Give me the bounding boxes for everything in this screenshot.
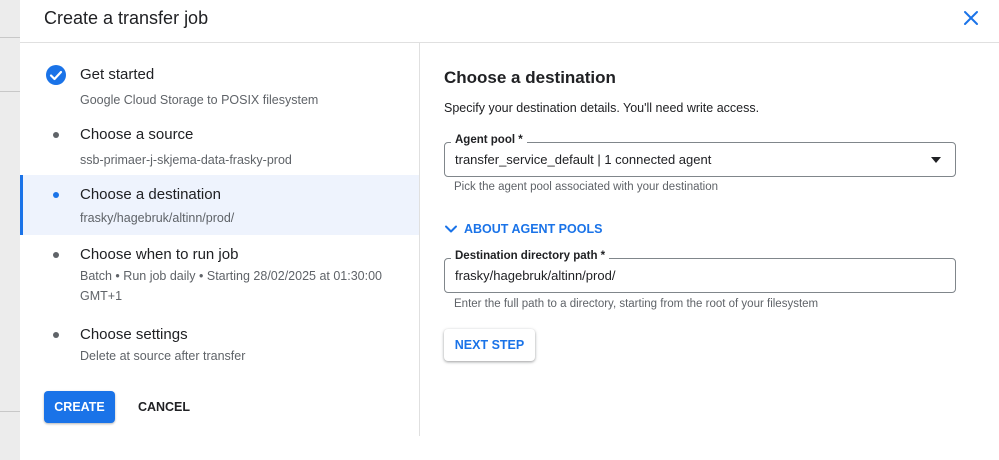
destination-path-label: Destination directory path * (451, 250, 610, 262)
step-marker (44, 243, 68, 267)
create-transfer-job-dialog: Create a transfer job Get started Google… (20, 0, 999, 460)
dialog-header: Create a transfer job (20, 0, 999, 43)
backdrop-divider (0, 91, 20, 92)
step-title: Choose a destination (80, 186, 221, 203)
destination-path-input[interactable]: Destination directory path * frasky/hage… (444, 250, 956, 293)
step-dot-icon (53, 192, 59, 198)
page-backdrop (0, 0, 20, 460)
step-marker (44, 63, 68, 87)
cancel-button[interactable]: CANCEL (126, 391, 202, 423)
step-choose-schedule[interactable]: Choose when to run job Batch • Run job d… (20, 223, 419, 303)
step-title: Choose settings (80, 326, 188, 343)
dialog-title: Create a transfer job (44, 8, 209, 28)
step-choose-source[interactable]: Choose a source ssb-primaer-j-skjema-dat… (20, 103, 419, 167)
step-title: Choose when to run job (80, 246, 239, 263)
close-icon (964, 11, 978, 25)
agent-pool-label: Agent pool * (451, 134, 527, 146)
stepper: Get started Google Cloud Storage to POSI… (20, 43, 420, 436)
step-choose-settings[interactable]: Choose settings Delete at source after t… (20, 303, 419, 363)
step-title: Choose a source (80, 126, 194, 143)
section-description: Specify your destination details. You'll… (444, 101, 760, 115)
destination-path-value: frasky/hagebruk/altinn/prod/ (455, 268, 616, 283)
about-agent-pools-label: ABOUT AGENT POOLS (464, 222, 603, 236)
step-dot-icon (53, 332, 59, 338)
backdrop-divider (0, 411, 20, 412)
step-subtitle: Batch • Run job daily • Starting 28/02/2… (80, 269, 383, 303)
destination-path-hint: Enter the full path to a directory, star… (454, 298, 819, 310)
step-subtitle: Delete at source after transfer (80, 349, 246, 363)
create-button[interactable]: CREATE (44, 391, 115, 423)
step-subtitle: ssb-primaer-j-skjema-data-frasky-prod (80, 153, 292, 167)
check-circle-icon (46, 65, 66, 85)
step-marker (44, 183, 68, 207)
chevron-down-icon (444, 222, 458, 236)
step-dot-icon (53, 132, 59, 138)
step-title: Get started (80, 66, 155, 83)
close-button[interactable] (959, 6, 983, 30)
backdrop-divider (0, 37, 20, 38)
step-marker (44, 323, 68, 347)
about-agent-pools-toggle[interactable]: ABOUT AGENT POOLS (444, 219, 602, 239)
section-heading: Choose a destination (444, 68, 616, 87)
step-dot-icon (53, 252, 59, 258)
agent-pool-value: transfer_service_default | 1 connected a… (455, 152, 712, 167)
step-get-started[interactable]: Get started Google Cloud Storage to POSI… (20, 43, 419, 107)
step-marker (44, 123, 68, 147)
dropdown-arrow-icon (931, 157, 941, 163)
agent-pool-select[interactable]: Agent pool * transfer_service_default | … (444, 134, 956, 177)
agent-pool-hint: Pick the agent pool associated with your… (454, 181, 719, 193)
next-step-button[interactable]: NEXT STEP (444, 329, 535, 361)
